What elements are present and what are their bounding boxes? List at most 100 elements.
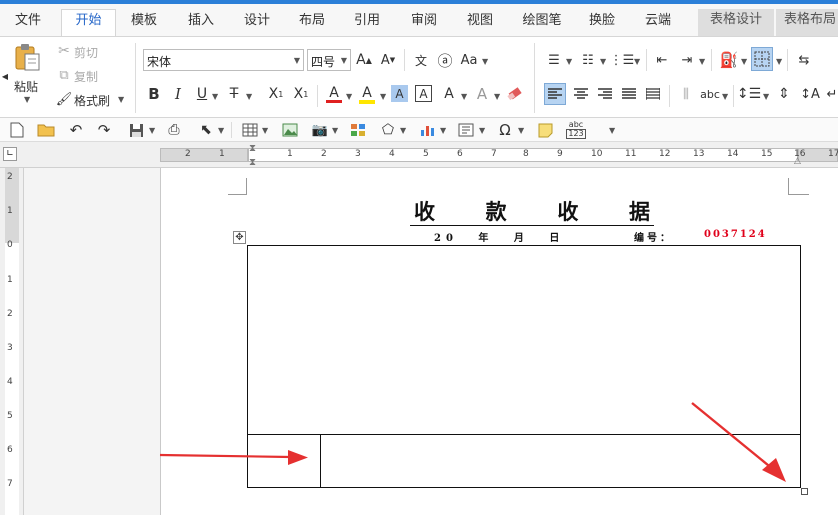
distributed-align-icon[interactable]: [642, 83, 664, 105]
tab-insert[interactable]: 插入: [183, 10, 219, 36]
chevron-down-icon[interactable]: ▼: [494, 92, 500, 101]
align-right-icon[interactable]: [594, 83, 616, 105]
paste-button[interactable]: 粘贴: [14, 78, 38, 95]
text-effect-icon[interactable]: A: [439, 83, 459, 105]
clear-format-icon[interactable]: [505, 84, 525, 104]
chevron-down-icon[interactable]: ▼: [763, 92, 769, 101]
format-painter-button[interactable]: 格式刷: [74, 92, 110, 109]
chevron-down-icon[interactable]: ▼: [262, 126, 268, 135]
select-pointer-icon[interactable]: ⬉: [196, 121, 216, 139]
chevron-down-icon[interactable]: ▼: [380, 92, 386, 101]
table-cell-main[interactable]: [248, 246, 800, 434]
text-direction-icon[interactable]: ⇆: [794, 50, 814, 70]
tab-references[interactable]: 引用: [349, 10, 385, 36]
align-left-icon[interactable]: [544, 83, 566, 105]
decrease-indent-icon[interactable]: ⇤: [652, 50, 672, 70]
chevron-down-icon[interactable]: ▼: [218, 126, 224, 135]
outline-text-icon[interactable]: A: [472, 83, 492, 105]
chevron-down-icon[interactable]: ▼: [566, 57, 572, 66]
font-color-icon[interactable]: A: [324, 83, 344, 105]
character-spacing-icon[interactable]: abc: [700, 84, 720, 104]
chevron-down-icon[interactable]: ▼: [332, 126, 338, 135]
tab-table-design[interactable]: 表格设计: [698, 9, 774, 36]
chevron-down-icon[interactable]: ▼: [634, 57, 640, 66]
sticky-note-icon[interactable]: [535, 121, 555, 139]
chart-icon[interactable]: [418, 121, 438, 139]
chevron-down-icon[interactable]: ▼: [741, 57, 747, 66]
bold-icon[interactable]: B: [145, 84, 163, 104]
borders-icon[interactable]: [751, 47, 773, 71]
new-document-icon[interactable]: [8, 121, 26, 139]
tab-template[interactable]: 模板: [126, 10, 162, 36]
chevron-down-icon[interactable]: ▼: [212, 92, 218, 101]
character-border-icon[interactable]: A: [415, 85, 432, 102]
symbol-omega-icon[interactable]: Ω: [495, 121, 515, 139]
tab-design[interactable]: 设计: [239, 10, 275, 36]
shapes-icon[interactable]: ⬠: [378, 121, 398, 139]
tab-file[interactable]: 文件: [10, 10, 46, 36]
chevron-down-icon[interactable]: ▼: [722, 92, 728, 101]
bullet-list-icon[interactable]: ☰: [544, 50, 564, 70]
chevron-down-icon[interactable]: ▼: [400, 126, 406, 135]
strikethrough-icon[interactable]: T: [225, 84, 243, 104]
tab-home[interactable]: 开始: [61, 9, 116, 37]
print-icon[interactable]: ⎙: [164, 121, 184, 139]
chevron-down-icon[interactable]: ▼: [776, 57, 782, 66]
tab-cloud[interactable]: 云端: [640, 10, 676, 36]
format-painter-dropdown-icon[interactable]: ▼: [118, 95, 124, 104]
redo-icon[interactable]: ↷: [94, 121, 114, 139]
multilevel-list-icon[interactable]: ⋮☰: [610, 50, 635, 70]
chevron-down-icon[interactable]: ▼: [600, 57, 606, 66]
left-indent-marker-icon[interactable]: ⧗: [249, 157, 256, 168]
ribbon-scroll-left-icon[interactable]: ◀: [1, 69, 9, 83]
receipt-table[interactable]: [247, 245, 801, 488]
chevron-down-icon[interactable]: ▼: [482, 57, 488, 66]
table-move-handle-icon[interactable]: ✥: [233, 231, 246, 244]
tab-face-swap[interactable]: 换脸: [584, 10, 620, 36]
enclose-character-icon[interactable]: ⓐ: [435, 50, 455, 70]
tab-review[interactable]: 审阅: [406, 10, 442, 36]
superscript-icon[interactable]: X1: [291, 84, 311, 104]
save-icon[interactable]: [126, 121, 146, 139]
text-box-icon[interactable]: [456, 121, 476, 139]
hourglass-indent-icon[interactable]: ⧗: [249, 143, 256, 154]
smartart-icon[interactable]: [348, 121, 368, 139]
chevron-down-icon[interactable]: ▼: [518, 126, 524, 135]
tab-drawing-pen[interactable]: 绘图笔: [517, 10, 567, 36]
highlight-color-icon[interactable]: A: [357, 83, 377, 105]
tab-view[interactable]: 视图: [462, 10, 498, 36]
paste-dropdown-icon[interactable]: ▼: [24, 95, 30, 104]
underline-icon[interactable]: U: [193, 84, 211, 104]
open-folder-icon[interactable]: [36, 121, 56, 139]
character-shading-icon[interactable]: A: [391, 85, 408, 102]
table-cell-bottom-right[interactable]: [322, 435, 800, 487]
italic-icon[interactable]: I: [169, 84, 187, 104]
insert-table-icon[interactable]: [240, 121, 260, 139]
shrink-font-icon[interactable]: A ▼: [379, 50, 397, 70]
copy-button[interactable]: 复制: [74, 68, 98, 85]
chevron-down-icon[interactable]: ▼: [246, 92, 252, 101]
subscript-icon[interactable]: X1: [266, 84, 286, 104]
table-cell-bottom-left[interactable]: [248, 435, 321, 487]
horizontal-ruler[interactable]: ∟ ⧗ ⧗ △ 2 1 1 2 3 4 5 6 7 8 9 10 11 12 1…: [0, 142, 838, 168]
customize-toolbar-icon[interactable]: ▼: [609, 126, 615, 135]
change-case-icon[interactable]: Aa: [459, 50, 479, 70]
cut-button[interactable]: 剪切: [74, 44, 98, 61]
numbered-list-icon[interactable]: ☷: [578, 50, 598, 70]
insert-picture-icon[interactable]: [280, 121, 300, 139]
tab-layout[interactable]: 布局: [294, 10, 330, 36]
sort-icon[interactable]: ↕A: [800, 84, 820, 104]
undo-icon[interactable]: ↶: [66, 121, 86, 139]
chevron-down-icon[interactable]: ▼: [699, 57, 705, 66]
font-name-select[interactable]: 宋体 ▼: [143, 49, 304, 71]
shading-bucket-icon[interactable]: ⛽: [718, 49, 740, 71]
line-spacing-icon[interactable]: ↕☰: [737, 84, 761, 104]
chevron-down-icon[interactable]: ▼: [440, 126, 446, 135]
chevron-down-icon[interactable]: ▼: [149, 126, 155, 135]
chevron-down-icon[interactable]: ▼: [461, 92, 467, 101]
chevron-down-icon[interactable]: ▼: [346, 92, 352, 101]
show-marks-icon[interactable]: ↵: [826, 84, 838, 104]
phonetic-guide-icon[interactable]: 文: [412, 50, 430, 70]
justify-icon[interactable]: [618, 83, 640, 105]
paragraph-spacing-icon[interactable]: ⇕: [774, 84, 794, 104]
